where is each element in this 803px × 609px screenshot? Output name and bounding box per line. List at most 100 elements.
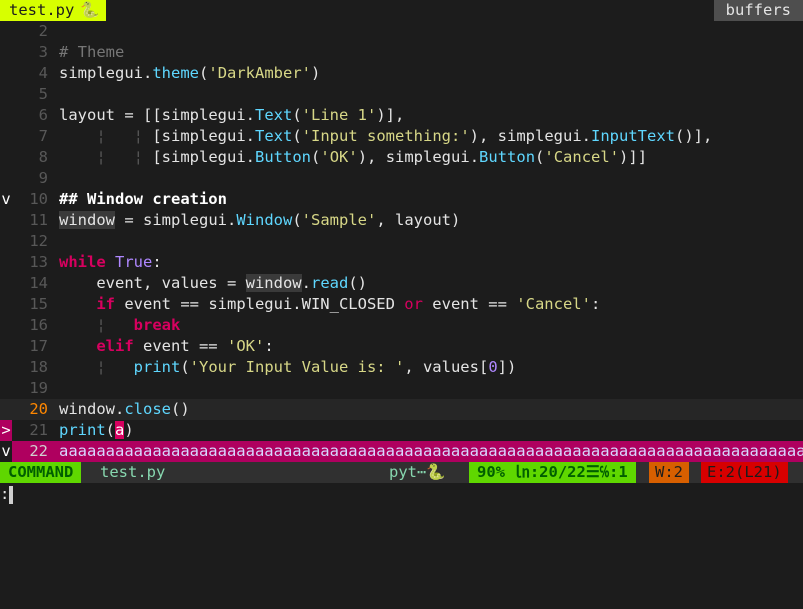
code-token: ]) xyxy=(497,358,517,376)
code-line[interactable]: 9 xyxy=(0,168,803,189)
code-line[interactable]: 2 xyxy=(0,21,803,42)
code-token: = [[ xyxy=(124,106,162,124)
code-token: . xyxy=(245,106,255,124)
code-token: ( xyxy=(199,64,209,82)
code-token: 'Input something:' xyxy=(301,127,470,145)
code-line[interactable]: 16 ¦ break xyxy=(0,315,803,336)
code-line[interactable]: v 10 ## Window creation xyxy=(0,189,803,210)
code-line[interactable]: 18 ¦ print('Your Input Value is: ', valu… xyxy=(0,357,803,378)
command-line[interactable]: : xyxy=(0,483,803,505)
code-line[interactable]: 5 xyxy=(0,84,803,105)
sign-arrow-icon: > xyxy=(0,420,12,441)
code-line[interactable]: 13 while True: xyxy=(0,252,803,273)
code-token: 'OK' xyxy=(226,337,265,355)
code-token: . xyxy=(469,148,480,166)
code-token: event == xyxy=(422,295,517,313)
code-line[interactable]: 11 window = simplegui.Window('Sample', la… xyxy=(0,210,803,231)
code-token: Button xyxy=(255,148,312,166)
editor-buffer[interactable]: 2 3 # Theme 4 simplegui.theme('DarkAmber') 5 6… xyxy=(0,21,803,462)
code-token: ¦ ¦ xyxy=(59,148,153,166)
code-token: ( xyxy=(180,358,190,376)
statusline: COMMAND test.py pyt⋯🐍 90% ㏑:20/22☰℅:1 W:… xyxy=(0,462,803,483)
line-number: 5 xyxy=(38,85,48,103)
line-number: 4 xyxy=(38,64,48,82)
code-token: ( xyxy=(292,211,302,229)
code-token: ( xyxy=(292,127,302,145)
code-token: event == xyxy=(133,337,227,355)
code-token: ) xyxy=(311,64,321,82)
code-token: , layout) xyxy=(376,211,461,229)
code-token: True xyxy=(115,253,153,271)
status-filetype: pyt⋯🐍 xyxy=(389,463,446,481)
line-code: ¦ ¦ [simplegui.Button('OK'), simplegui.B… xyxy=(59,147,647,168)
code-token: . xyxy=(115,400,125,418)
code-token: close xyxy=(124,400,172,418)
line-number: 18 xyxy=(29,358,48,376)
code-token: 'DarkAmber' xyxy=(208,64,312,82)
code-token: ), xyxy=(469,127,498,145)
line-number: 22 xyxy=(29,442,48,460)
status-filename: test.py xyxy=(100,463,166,481)
line-code: window = simplegui.Window('Sample', layo… xyxy=(59,210,460,231)
code-token: 'OK' xyxy=(320,148,358,166)
line-number: 19 xyxy=(29,379,48,397)
code-token: InputText xyxy=(591,127,676,145)
code-line[interactable]: 19 xyxy=(0,378,803,399)
code-token: simplegui xyxy=(59,64,143,82)
code-line[interactable]: >21 print(a) xyxy=(0,420,803,441)
code-token: window xyxy=(59,400,115,418)
line-number: 8 xyxy=(38,148,48,166)
code-token: simplegui xyxy=(497,127,582,145)
code-line[interactable]: v 22 aaaaaaaaaaaaaaaaaaaaaaaaaaaaaaaaaaaaa… xyxy=(0,441,803,462)
code-line[interactable]: 8 ¦ ¦ [simplegui.Button('OK'), simplegui… xyxy=(0,147,803,168)
line-code: print(a) xyxy=(59,420,134,441)
code-line[interactable]: 20 window.close() xyxy=(0,399,803,420)
code-token: while xyxy=(59,253,106,271)
code-token: ## Window creation xyxy=(59,190,227,208)
code-token: break xyxy=(133,316,181,334)
code-line[interactable]: 7 ¦ ¦ [simplegui.Text('Input something:'… xyxy=(0,126,803,147)
line-code: simplegui.theme('DarkAmber') xyxy=(59,63,320,84)
line-number: 7 xyxy=(38,127,48,145)
code-token: 'Cancel' xyxy=(544,148,620,166)
line-number: 17 xyxy=(29,337,48,355)
code-token: or xyxy=(404,295,423,313)
line-code: window.close() xyxy=(59,399,190,420)
tab-label: test.py xyxy=(9,1,75,19)
line-code: if event == simplegui.WIN_CLOSED or even… xyxy=(59,294,600,315)
code-token: ( xyxy=(535,148,545,166)
line-number: 13 xyxy=(29,253,48,271)
code-line[interactable]: 15 if event == simplegui.WIN_CLOSED or e… xyxy=(0,294,803,315)
code-token: Button xyxy=(479,148,536,166)
code-token: . xyxy=(245,127,256,145)
line-code: ¦ break xyxy=(59,315,180,336)
code-line[interactable]: 4 simplegui.theme('DarkAmber') xyxy=(0,63,803,84)
line-number: 6 xyxy=(38,106,48,124)
code-token: 'Cancel' xyxy=(516,295,591,313)
code-token: a xyxy=(115,421,125,439)
code-line[interactable]: 12 xyxy=(0,231,803,252)
mode-indicator: COMMAND xyxy=(0,462,82,483)
code-token: simplegui xyxy=(161,127,246,145)
tab-test-py[interactable]: test.py 🐍 xyxy=(0,0,106,21)
code-line[interactable]: 17 elif event == 'OK': xyxy=(0,336,803,357)
code-token: 'Sample' xyxy=(301,211,377,229)
code-token: print xyxy=(133,358,181,376)
code-token: Text xyxy=(255,127,293,145)
code-token: # Theme xyxy=(59,43,125,61)
code-token: ()], xyxy=(675,127,713,145)
code-line[interactable]: 14 event, values = window.read() xyxy=(0,273,803,294)
code-token: theme xyxy=(152,64,200,82)
line-code: # Theme xyxy=(59,42,124,63)
code-token: ¦ xyxy=(59,358,134,376)
line-number: 10 xyxy=(29,190,48,208)
code-token: aaaaaaaaaaaaaaaaaaaaaaaaaaaaaaaaaaaaaaaa… xyxy=(59,442,803,460)
line-number: 21 xyxy=(29,421,48,439)
code-line[interactable]: 3 # Theme xyxy=(0,42,803,63)
code-line[interactable]: 6 layout = [[simplegui.Text('Line 1')], xyxy=(0,105,803,126)
buffers-label[interactable]: buffers xyxy=(713,0,803,21)
code-token: 0 xyxy=(488,358,498,376)
line-code: elif event == 'OK': xyxy=(59,336,273,357)
